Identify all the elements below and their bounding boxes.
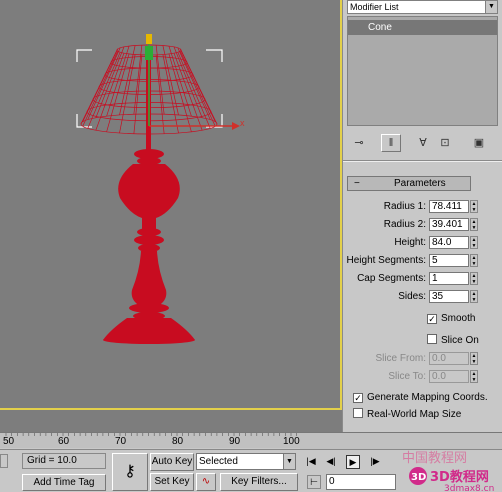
parameters-rollout: − Parameters Radius 1: 78.411 ▲ ▼ Radius …: [347, 176, 498, 432]
height-row: Height: 84.0 ▲ ▼: [347, 236, 498, 250]
cap-segments-field[interactable]: 1: [429, 272, 469, 285]
slice-from-label: Slice From:: [375, 353, 426, 364]
tick-label: 50: [3, 436, 15, 447]
go-to-start-icon[interactable]: |◀: [304, 455, 318, 469]
slice-from-field: 0.0: [429, 352, 469, 365]
height-segments-row: Height Segments: 5 ▲ ▼: [347, 254, 498, 268]
height-field[interactable]: 84.0: [429, 236, 469, 249]
rollout-title: Parameters: [394, 178, 446, 189]
radius1-row: Radius 1: 78.411 ▲ ▼: [347, 200, 498, 214]
cap-segments-row: Cap Segments: 1 ▲ ▼: [347, 272, 498, 286]
set-key-mode-icon[interactable]: ⚷: [112, 453, 148, 491]
height-segments-field[interactable]: 5: [429, 254, 469, 267]
next-frame-icon[interactable]: |▶: [368, 455, 382, 469]
current-frame-field[interactable]: 0: [326, 474, 396, 490]
radius2-row: Radius 2: 39.401 ▲ ▼: [347, 218, 498, 232]
key-filters-button[interactable]: Key Filters...: [220, 473, 298, 491]
remove-modifier-icon[interactable]: ⊡: [435, 134, 455, 152]
stack-item-cone[interactable]: Cone: [348, 20, 497, 35]
radius1-spinner[interactable]: ▲ ▼: [470, 200, 478, 213]
tick-label: 100: [283, 436, 300, 447]
bottom-status-bar: Grid = 10.0 Add Time Tag ⚷ Auto Key Set …: [0, 449, 502, 492]
collapse-icon[interactable]: −: [354, 177, 360, 190]
tick-label: 70: [115, 436, 127, 447]
slice-on-label: Slice On: [441, 335, 479, 346]
modifier-list-dropdown[interactable]: Modifier List ▼: [347, 0, 498, 14]
timeline-ticks: [5, 433, 298, 436]
chevron-down-icon[interactable]: ▼: [485, 1, 497, 13]
configure-modifier-sets-icon[interactable]: ▣: [469, 134, 489, 152]
slice-from-row: Slice From: 0.0 ▲ ▼: [347, 352, 498, 366]
height-segments-label: Height Segments:: [346, 255, 427, 266]
sides-label: Sides:: [398, 291, 426, 302]
sides-spinner[interactable]: ▲ ▼: [470, 290, 478, 303]
real-world-map-check-box[interactable]: [353, 408, 363, 418]
add-time-tag-button[interactable]: Add Time Tag: [22, 474, 106, 491]
generate-mapping-checkbox[interactable]: ✓ Generate Mapping Coords.: [353, 392, 488, 403]
tick-label: 60: [58, 436, 70, 447]
smooth-checkbox[interactable]: ✓ Smooth: [427, 313, 475, 324]
perspective-viewport[interactable]: x: [0, 0, 342, 432]
make-unique-icon[interactable]: ∀: [413, 134, 433, 152]
set-key-button[interactable]: Set Key: [150, 473, 194, 491]
prompt-stub: [0, 454, 8, 468]
real-world-map-checkbox[interactable]: Real-World Map Size: [353, 408, 461, 420]
sides-field[interactable]: 35: [429, 290, 469, 303]
height-spinner[interactable]: ▲ ▼: [470, 236, 478, 249]
slice-from-spinner: ▲ ▼: [470, 352, 478, 365]
height-label: Height:: [394, 237, 426, 248]
active-viewport-border: [0, 0, 342, 410]
slice-on-check-box[interactable]: [427, 334, 437, 344]
cap-segments-label: Cap Segments:: [357, 273, 426, 284]
cap-segments-spinner[interactable]: ▲ ▼: [470, 272, 478, 285]
smooth-label: Smooth: [441, 313, 476, 324]
sides-row: Sides: 35 ▲ ▼: [347, 290, 498, 304]
play-icon[interactable]: ▶: [346, 455, 360, 469]
command-panel: Modifier List ▼ Cone ⊸ ‖ ∀ ⊡ ▣ − Paramet…: [342, 0, 502, 432]
chevron-down-icon[interactable]: ▼: [283, 454, 295, 469]
slice-to-spinner: ▲ ▼: [470, 370, 478, 383]
divider: [343, 160, 502, 162]
radius2-label: Radius 2:: [383, 219, 426, 230]
real-world-map-label: Real-World Map Size: [367, 409, 462, 420]
pin-stack-icon[interactable]: ⊸: [349, 134, 369, 152]
timeline-right-area: [300, 433, 502, 449]
slice-to-field: 0.0: [429, 370, 469, 383]
selected-dropdown[interactable]: Selected ▼: [196, 453, 296, 470]
show-end-result-icon[interactable]: ‖: [381, 134, 401, 152]
height-segments-spinner[interactable]: ▲ ▼: [470, 254, 478, 267]
parameters-rollout-header[interactable]: − Parameters: [347, 176, 471, 191]
radius1-field[interactable]: 78.411: [429, 200, 469, 213]
key-curve-icon[interactable]: ∿: [196, 473, 216, 491]
modifier-stack[interactable]: Cone: [347, 16, 498, 126]
selected-value: Selected: [199, 456, 238, 467]
stack-toolbar: ⊸ ‖ ∀ ⊡ ▣: [347, 134, 498, 154]
radius2-field[interactable]: 39.401: [429, 218, 469, 231]
key-mode-toggle-icon[interactable]: ⊢: [307, 475, 321, 489]
slice-to-row: Slice To: 0.0 ▲ ▼: [347, 370, 498, 384]
generate-mapping-label: Generate Mapping Coords.: [367, 392, 488, 403]
generate-mapping-check-box[interactable]: ✓: [353, 393, 363, 403]
previous-frame-icon[interactable]: ◀|: [324, 455, 338, 469]
tick-label: 80: [172, 436, 184, 447]
grid-display: Grid = 10.0: [22, 453, 106, 469]
slice-on-checkbox[interactable]: Slice On: [427, 334, 479, 346]
smooth-check-box[interactable]: ✓: [427, 314, 437, 324]
slice-to-label: Slice To:: [388, 371, 426, 382]
timeline-ruler[interactable]: 50 60 70 80 90 100: [0, 432, 502, 449]
tick-label: 90: [229, 436, 241, 447]
auto-key-button[interactable]: Auto Key: [150, 453, 194, 471]
radius1-label: Radius 1:: [383, 201, 426, 212]
modifier-list-label: Modifier List: [350, 2, 399, 12]
radius2-spinner[interactable]: ▲ ▼: [470, 218, 478, 231]
